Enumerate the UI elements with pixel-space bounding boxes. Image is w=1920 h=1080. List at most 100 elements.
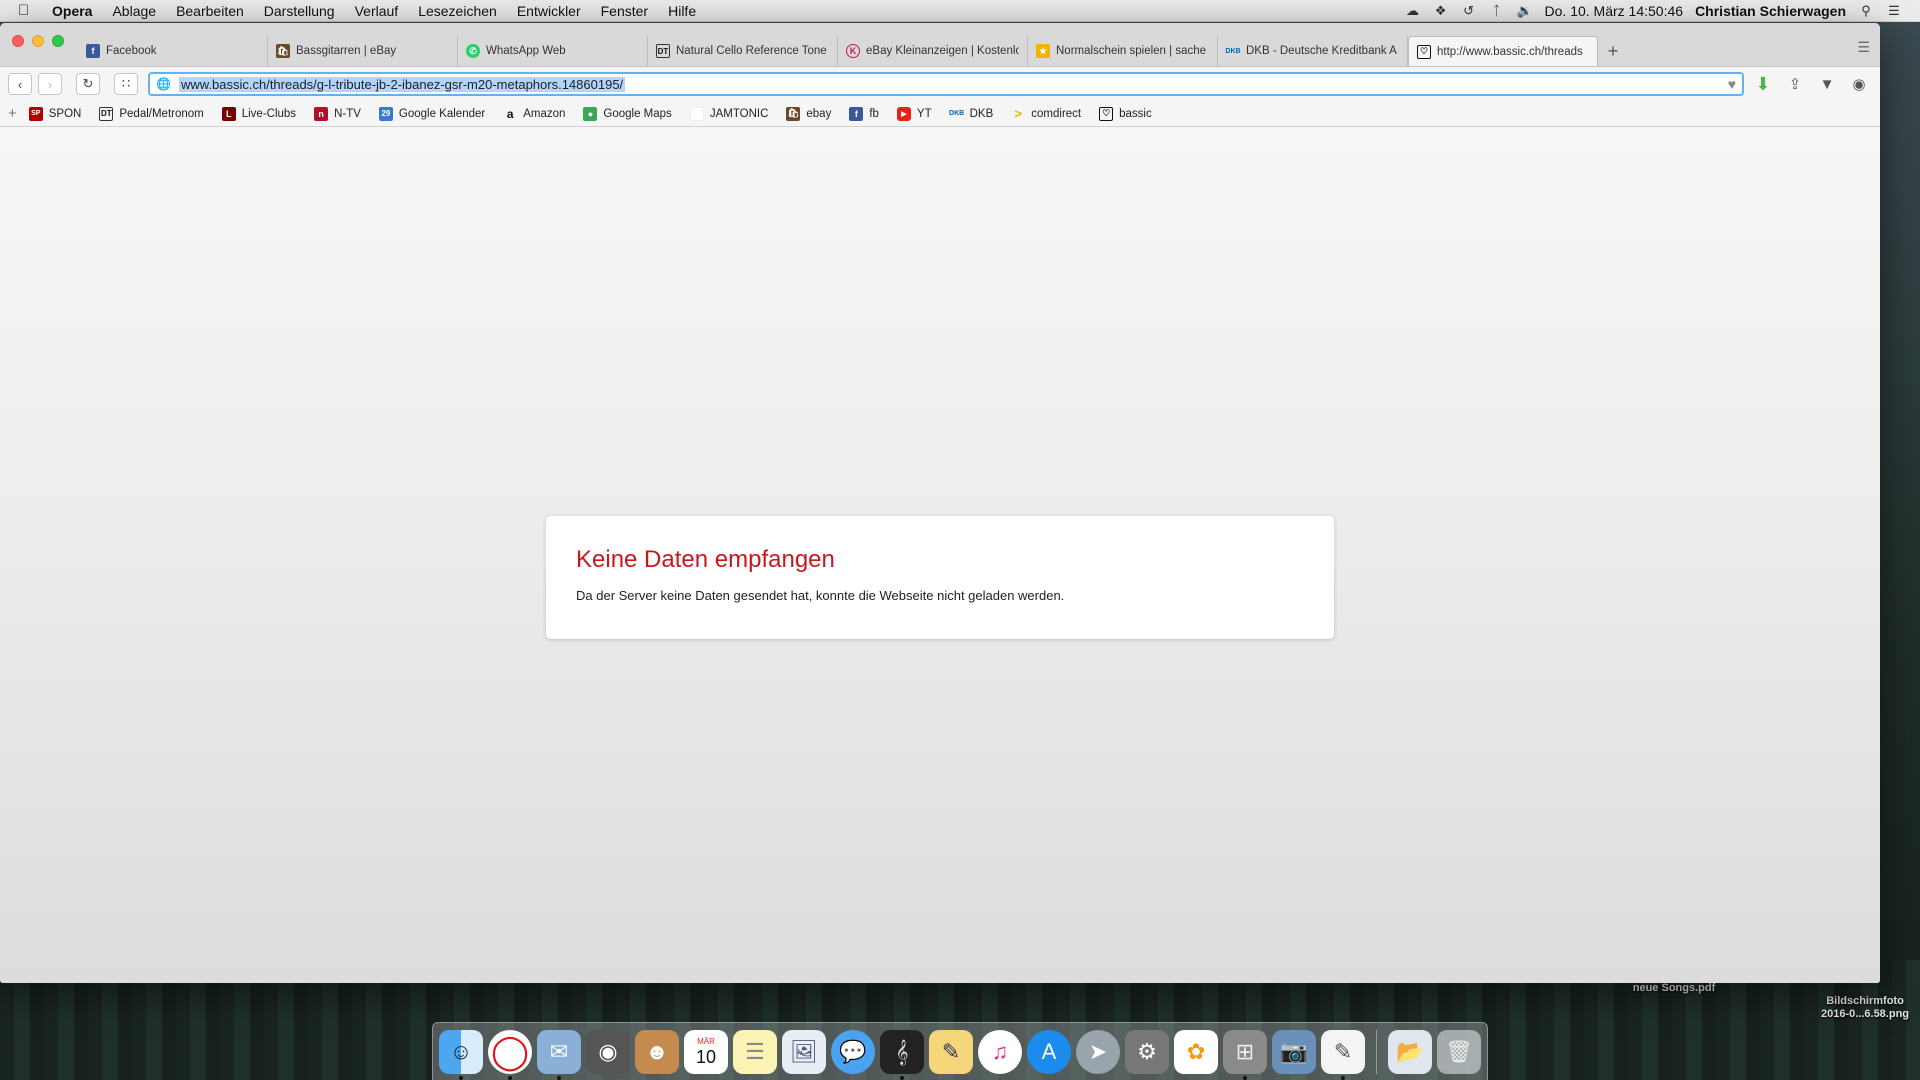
tab-label: eBay Kleinanzeigen | Kostenlo <box>866 45 1019 57</box>
profile-icon[interactable]: ◉ <box>1846 72 1872 96</box>
dock-notes-icon[interactable]: ☰ <box>733 1029 777 1074</box>
dock-downloads-stack-icon[interactable]: 📂 <box>1388 1029 1432 1074</box>
tab-bassic-active[interactable]: ♡ http://www.bassic.ch/threads <box>1408 36 1598 66</box>
dock-app-store-icon[interactable]: A <box>1027 1029 1071 1074</box>
dock-disk-utility-icon[interactable]: ◉ <box>586 1029 630 1074</box>
dock-itunes-icon[interactable]: ♫ <box>978 1029 1022 1074</box>
bookmark-bassic[interactable]: ♡ bassic <box>1099 106 1152 121</box>
dock-mail-icon[interactable]: ✉ <box>537 1029 581 1080</box>
tab-ebay-bass[interactable]: 🛍 Bassgitarren | eBay <box>268 36 458 66</box>
dock-launchpad-icon[interactable]: ➤ <box>1076 1029 1120 1074</box>
tab-facebook[interactable]: f Facebook <box>78 36 268 66</box>
dock-system-preferences-icon[interactable]: ⚙ <box>1125 1029 1169 1074</box>
reload-button[interactable]: ↻ <box>76 73 100 95</box>
menu-app-name[interactable]: Opera <box>42 3 102 19</box>
speed-dial-grid-icon[interactable]: ∷ <box>114 73 138 95</box>
tab-dkb[interactable]: DKB DKB - Deutsche Kreditbank A <box>1218 36 1408 66</box>
whatsapp-favicon-icon: ✆ <box>466 44 480 58</box>
bookmark-label: JAMTONIC <box>709 107 769 120</box>
menu-lesezeichen[interactable]: Lesezeichen <box>408 3 507 19</box>
menu-clock[interactable]: Do. 10. März 14:50:46 <box>1545 3 1684 19</box>
close-window-button[interactable] <box>12 35 24 47</box>
back-button[interactable]: ‹ <box>8 73 32 95</box>
download-extension-icon[interactable]: ⬇ <box>1750 72 1776 96</box>
menu-hilfe[interactable]: Hilfe <box>658 3 706 19</box>
dock-messages-icon[interactable]: 💬 <box>831 1029 875 1074</box>
bookmark-fb[interactable]: f fb <box>849 106 879 121</box>
bookmark-live-clubs[interactable]: L Live-Clubs <box>221 106 296 121</box>
bookmark-label: bassic <box>1119 107 1152 120</box>
bookmark-label: ebay <box>806 107 832 120</box>
tab-menu-icon[interactable]: ☰ <box>1857 39 1870 56</box>
tab-label: WhatsApp Web <box>486 45 566 57</box>
dock-trash-icon[interactable]: 🗑 <box>1437 1029 1481 1074</box>
menu-darstellung[interactable]: Darstellung <box>254 3 345 19</box>
address-url[interactable]: www.bassic.ch/threads/g-l-tribute-jb-2-i… <box>178 76 626 92</box>
forward-button[interactable]: › <box>38 73 62 95</box>
tab-normalschein[interactable]: ★ Normalschein spielen | sache <box>1028 36 1218 66</box>
tab-label: DKB - Deutsche Kreditbank A <box>1246 45 1397 57</box>
maximize-window-button[interactable] <box>52 35 64 47</box>
dock-contacts-icon[interactable]: ☻ <box>635 1029 679 1074</box>
bookmark-amazon[interactable]: a Amazon <box>503 107 566 121</box>
bookmark-google-kalender[interactable]: 29 Google Kalender <box>378 106 485 121</box>
spon-icon: SP <box>28 106 43 121</box>
tab-cello-tone[interactable]: DT Natural Cello Reference Tone <box>648 36 838 66</box>
dock-music-app-icon[interactable]: 𝄞 <box>880 1029 924 1080</box>
bookmark-label: Google Maps <box>603 107 672 120</box>
dock-opera-icon[interactable]: ◯ <box>488 1029 532 1080</box>
bookmark-ntv[interactable]: n N-TV <box>314 106 361 121</box>
desktop-file-screenshot[interactable]: Bildschirmfoto 2016-0...6.58.png <box>1810 982 1920 1021</box>
navigation-toolbar: ‹ › ↻ ∷ 🌐 www.bassic.ch/threads/g-l-trib… <box>0 67 1880 101</box>
address-bar[interactable]: 🌐 www.bassic.ch/threads/g-l-tribute-jb-2… <box>148 72 1744 96</box>
downloads-icon[interactable]: ▼ <box>1814 72 1840 96</box>
bookmark-spon[interactable]: SP SPON <box>28 106 81 121</box>
time-machine-icon[interactable]: ↺ <box>1461 3 1477 19</box>
desktop-file-pdf[interactable]: neue Songs.pdf <box>1614 982 1734 995</box>
new-tab-button[interactable]: + <box>1598 36 1628 66</box>
bookmark-jamtonic[interactable]: JAMTONIC <box>689 106 769 121</box>
bookmark-label: DKB <box>969 107 994 120</box>
bookmark-comdirect[interactable]: > comdirect <box>1011 106 1081 121</box>
creative-cloud-icon[interactable]: ☁ <box>1405 3 1421 19</box>
bookmark-yt[interactable]: ▶ YT <box>896 106 932 121</box>
menu-bar:  Opera Ablage Bearbeiten Darstellung Ve… <box>0 0 1920 22</box>
window-controls <box>12 35 64 47</box>
bookmark-heart-icon[interactable]: ♥ <box>1728 76 1736 92</box>
dock-image-capture-icon[interactable]: 📷 <box>1272 1029 1316 1074</box>
dock-textedit-icon[interactable]: ✎ <box>1321 1029 1365 1080</box>
bookmark-label: Amazon <box>523 107 566 120</box>
lotto-favicon-icon: ★ <box>1036 44 1050 58</box>
bookmark-dkb[interactable]: DKB DKB <box>949 107 994 121</box>
menu-fenster[interactable]: Fenster <box>591 3 658 19</box>
dock-pages-icon[interactable]: ✎ <box>929 1029 973 1074</box>
dock-calculator-icon[interactable]: ⊞ <box>1223 1029 1267 1080</box>
menu-ablage[interactable]: Ablage <box>102 3 166 19</box>
menu-verlauf[interactable]: Verlauf <box>345 3 409 19</box>
dock-finder-icon[interactable]: ☺ <box>439 1029 483 1080</box>
dock-separator <box>1376 1029 1377 1074</box>
tab-ebay-kleinanzeigen[interactable]: K eBay Kleinanzeigen | Kostenlo <box>838 36 1028 66</box>
bookmark-pedal-metronom[interactable]: DT Pedal/Metronom <box>99 106 204 121</box>
tab-whatsapp[interactable]: ✆ WhatsApp Web <box>458 36 648 66</box>
spotlight-icon[interactable]: ⚲ <box>1858 3 1874 19</box>
bookmark-label: N-TV <box>334 107 361 120</box>
bluetooth-icon[interactable]: ᛏ <box>1489 3 1505 19</box>
menu-entwickler[interactable]: Entwickler <box>507 3 591 19</box>
apple-menu-icon[interactable]:  <box>18 2 42 19</box>
add-bookmark-icon[interactable]: + <box>8 105 17 122</box>
dock-preview-icon[interactable]: 🖼 <box>782 1029 826 1074</box>
dock-calendar-icon[interactable]: MÄR 10 <box>684 1029 728 1074</box>
dock-photos-icon[interactable]: ✿ <box>1174 1029 1218 1074</box>
menu-user-name[interactable]: Christian Schierwagen <box>1695 3 1846 19</box>
menu-bearbeiten[interactable]: Bearbeiten <box>166 3 254 19</box>
notification-center-icon[interactable]: ☰ <box>1886 3 1902 19</box>
volume-icon[interactable]: 🔉 <box>1516 3 1532 19</box>
jamtonic-icon <box>689 106 704 121</box>
bookmark-google-maps[interactable]: ● Google Maps <box>583 106 672 121</box>
bookmark-ebay[interactable]: 🛍 ebay <box>786 106 832 121</box>
ntv-icon: n <box>314 106 329 121</box>
share-icon[interactable]: ⇪ <box>1782 72 1808 96</box>
dropbox-icon[interactable]: ❖ <box>1433 3 1449 19</box>
minimize-window-button[interactable] <box>32 35 44 47</box>
